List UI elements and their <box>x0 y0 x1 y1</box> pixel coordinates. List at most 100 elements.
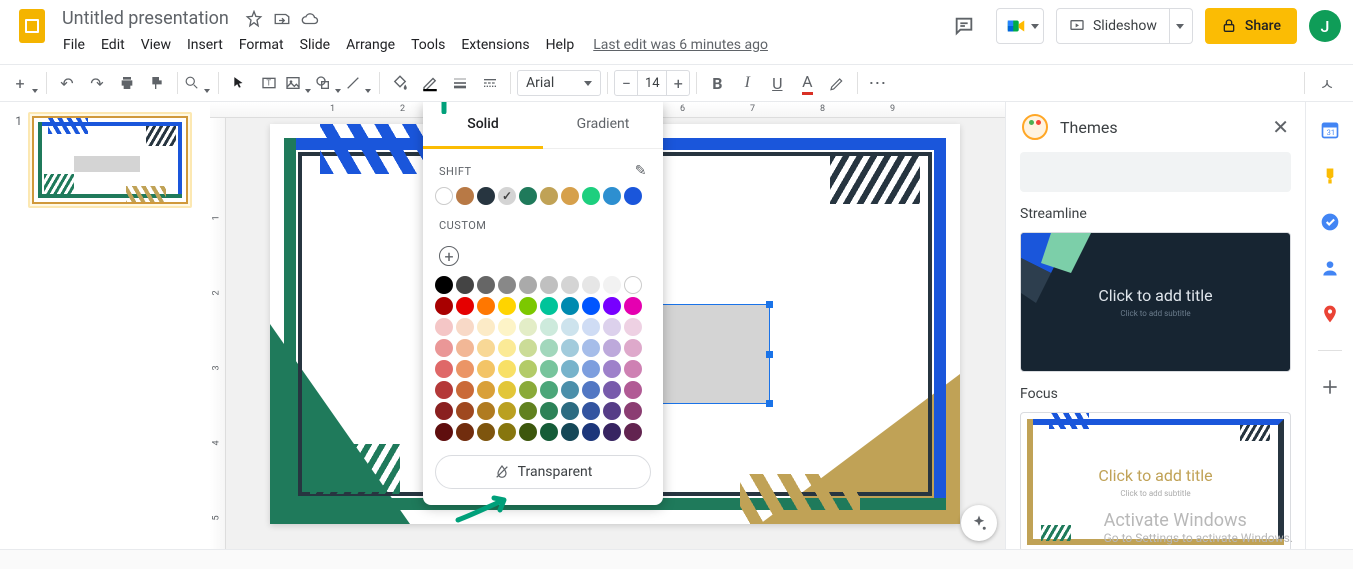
last-edit-link[interactable]: Last edit was 6 minutes ago <box>593 37 768 53</box>
redo-button[interactable]: ↷ <box>83 69 111 97</box>
hide-menus-button[interactable]: ㅅ <box>1313 69 1341 97</box>
image-tool[interactable] <box>285 69 313 97</box>
palette-swatch[interactable] <box>477 381 495 399</box>
calendar-icon[interactable]: 31 <box>1320 120 1340 140</box>
palette-swatch[interactable] <box>603 318 621 336</box>
move-icon[interactable] <box>273 10 291 28</box>
palette-swatch[interactable] <box>519 297 537 315</box>
palette-swatch[interactable] <box>561 318 579 336</box>
theme-prev-partial[interactable] <box>1020 152 1291 192</box>
menu-arrange[interactable]: Arrange <box>339 33 402 57</box>
filmstrip[interactable]: 1 <box>0 102 210 549</box>
palette-swatch[interactable] <box>603 339 621 357</box>
palette-swatch[interactable] <box>498 360 516 378</box>
palette-swatch[interactable] <box>540 360 558 378</box>
palette-swatch[interactable] <box>540 402 558 420</box>
palette-swatch[interactable] <box>624 339 642 357</box>
menu-slide[interactable]: Slide <box>293 33 337 57</box>
palette-swatch[interactable] <box>624 423 642 441</box>
palette-swatch[interactable] <box>435 318 453 336</box>
theme-swatch[interactable] <box>456 187 474 205</box>
border-weight-button[interactable] <box>446 69 474 97</box>
palette-swatch[interactable] <box>519 339 537 357</box>
palette-swatch[interactable] <box>435 276 453 294</box>
palette-swatch[interactable] <box>435 360 453 378</box>
underline-button[interactable]: U <box>763 69 791 97</box>
font-size-input[interactable]: 14 <box>637 71 667 95</box>
palette-swatch[interactable] <box>477 402 495 420</box>
textbox-tool[interactable]: T <box>255 69 283 97</box>
palette-swatch[interactable] <box>582 276 600 294</box>
meet-button[interactable] <box>996 8 1044 44</box>
palette-swatch[interactable] <box>456 297 474 315</box>
contacts-icon[interactable] <box>1320 258 1340 278</box>
palette-swatch[interactable] <box>498 339 516 357</box>
menu-insert[interactable]: Insert <box>180 33 230 57</box>
palette-swatch[interactable] <box>456 381 474 399</box>
palette-swatch[interactable] <box>498 402 516 420</box>
palette-swatch[interactable] <box>519 381 537 399</box>
palette-swatch[interactable] <box>498 276 516 294</box>
user-avatar[interactable]: J <box>1309 10 1341 42</box>
slideshow-button[interactable]: Slideshow <box>1056 8 1170 44</box>
palette-swatch[interactable] <box>561 339 579 357</box>
palette-swatch[interactable] <box>540 381 558 399</box>
palette-swatch[interactable] <box>456 402 474 420</box>
palette-swatch[interactable] <box>540 339 558 357</box>
font-select[interactable]: Arial <box>517 70 601 96</box>
palette-swatch[interactable] <box>582 423 600 441</box>
palette-swatch[interactable] <box>498 381 516 399</box>
menu-file[interactable]: File <box>56 33 92 57</box>
theme-swatch[interactable] <box>519 187 537 205</box>
palette-swatch[interactable] <box>582 297 600 315</box>
menu-format[interactable]: Format <box>232 33 291 57</box>
keep-icon[interactable] <box>1320 166 1340 186</box>
palette-swatch[interactable] <box>624 381 642 399</box>
fill-color-button[interactable] <box>386 69 414 97</box>
border-color-button[interactable] <box>416 69 444 97</box>
palette-swatch[interactable] <box>435 297 453 315</box>
palette-swatch[interactable] <box>603 297 621 315</box>
palette-swatch[interactable] <box>624 318 642 336</box>
border-dash-button[interactable] <box>476 69 504 97</box>
transparent-button[interactable]: Transparent <box>435 455 651 489</box>
palette-swatch[interactable] <box>456 318 474 336</box>
palette-swatch[interactable] <box>540 297 558 315</box>
palette-swatch[interactable] <box>456 339 474 357</box>
palette-swatch[interactable] <box>603 423 621 441</box>
palette-swatch[interactable] <box>435 402 453 420</box>
theme-swatch[interactable] <box>582 187 600 205</box>
slides-logo[interactable] <box>12 6 52 46</box>
palette-swatch[interactable] <box>603 360 621 378</box>
palette-swatch[interactable] <box>477 297 495 315</box>
palette-swatch[interactable] <box>624 360 642 378</box>
theme-swatch[interactable] <box>603 187 621 205</box>
theme-swatch[interactable] <box>540 187 558 205</box>
theme-streamline[interactable]: Click to add title Click to add subtitle <box>1020 232 1291 372</box>
comments-icon[interactable] <box>944 6 984 46</box>
palette-swatch[interactable] <box>477 339 495 357</box>
palette-swatch[interactable] <box>519 402 537 420</box>
palette-swatch[interactable] <box>498 318 516 336</box>
zoom-button[interactable] <box>184 69 212 97</box>
slide-thumbnail-1[interactable] <box>28 112 192 208</box>
get-addons-icon[interactable] <box>1320 377 1340 397</box>
shape-tool[interactable] <box>315 69 343 97</box>
menu-view[interactable]: View <box>134 33 178 57</box>
palette-swatch[interactable] <box>519 318 537 336</box>
palette-swatch[interactable] <box>540 276 558 294</box>
undo-button[interactable]: ↶ <box>53 69 81 97</box>
palette-swatch[interactable] <box>456 360 474 378</box>
palette-swatch[interactable] <box>603 402 621 420</box>
new-slide-button[interactable]: + <box>12 69 40 97</box>
palette-swatch[interactable] <box>561 381 579 399</box>
add-custom-color-button[interactable]: + <box>439 246 459 266</box>
palette-swatch[interactable] <box>498 297 516 315</box>
palette-swatch[interactable] <box>561 297 579 315</box>
palette-swatch[interactable] <box>582 402 600 420</box>
palette-swatch[interactable] <box>540 423 558 441</box>
palette-swatch[interactable] <box>603 381 621 399</box>
gradient-tab[interactable]: Gradient <box>543 102 663 148</box>
menu-help[interactable]: Help <box>539 33 582 57</box>
canvas[interactable]: 1 2 3 4 5 6 7 8 9 1 2 3 4 5 <box>210 102 1005 549</box>
